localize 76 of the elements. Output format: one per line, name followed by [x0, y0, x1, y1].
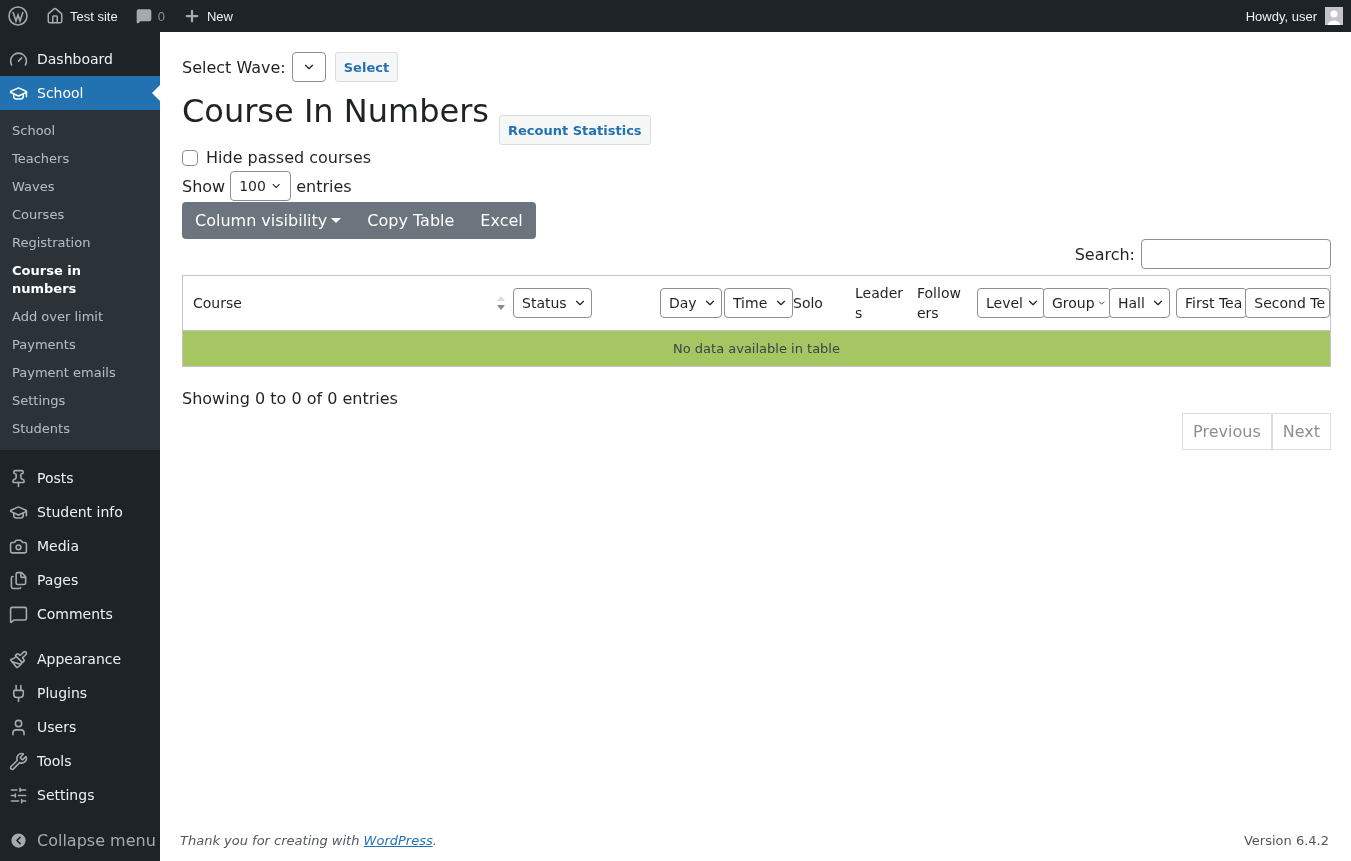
submenu-item[interactable]: Teachers	[0, 145, 160, 173]
submenu-item[interactable]: Students	[0, 415, 160, 443]
wordpress-logo-icon[interactable]	[8, 6, 28, 26]
column-visibility-button[interactable]: Column visibility	[182, 202, 355, 239]
sidebar-menu-item[interactable]: Posts	[0, 461, 160, 495]
menu-icon	[9, 49, 28, 69]
column-header[interactable]: Followers	[917, 283, 977, 323]
submenu-item[interactable]: Payments	[0, 331, 160, 359]
table-action-button[interactable]: Excel	[467, 202, 536, 239]
column-header[interactable]: Solo	[793, 293, 855, 313]
comment-count: 0	[157, 8, 165, 24]
sidebar-menu-item[interactable]: Dashboard	[0, 42, 160, 76]
column-filter-select[interactable]: Second Te	[1245, 288, 1331, 318]
submenu-item[interactable]: Payment emails	[0, 359, 160, 387]
menu-icon	[9, 751, 28, 771]
hide-passed-label[interactable]: Hide passed courses	[206, 148, 372, 167]
sidebar-menu-item[interactable]: Tools	[0, 744, 160, 778]
sort-icon	[497, 296, 505, 310]
submenu-item[interactable]: Add over limit	[0, 303, 160, 331]
column-filter-select[interactable]: Time	[724, 288, 793, 318]
sidebar-menu-item[interactable]: School	[0, 76, 160, 110]
column-filter-select[interactable]: Group	[1043, 288, 1111, 318]
menu-icon	[9, 717, 28, 737]
version-text: Version 6.4.2	[1244, 833, 1329, 848]
column-header[interactable]: Leaders	[855, 283, 917, 323]
hide-passed-checkbox[interactable]	[182, 149, 198, 166]
page-title: Course In Numbers	[182, 92, 489, 130]
recount-statistics-button[interactable]: Recount Statistics	[499, 115, 651, 145]
entries-select[interactable]: 100	[230, 171, 292, 201]
search-label: Search:	[1074, 244, 1135, 264]
column-filter-select[interactable]: Status	[513, 288, 592, 318]
column-filter-select[interactable]: Day	[660, 288, 722, 318]
column-filter-select[interactable]: Level	[977, 288, 1045, 318]
sidebar-menu-item[interactable]: Users	[0, 710, 160, 744]
menu-icon	[9, 570, 28, 590]
submenu-item[interactable]: Course in numbers	[0, 257, 160, 303]
submenu-item[interactable]: Courses	[0, 201, 160, 229]
table-info-text: Showing 0 to 0 of 0 entries	[182, 389, 399, 408]
home-icon	[46, 7, 64, 25]
comment-icon[interactable]	[135, 8, 152, 24]
table-action-button[interactable]: Copy Table	[354, 202, 468, 239]
wave-select[interactable]	[291, 52, 326, 82]
new-link[interactable]: New	[206, 8, 233, 24]
site-name-link[interactable]: Test site	[46, 7, 118, 25]
wordpress-link[interactable]: WordPress	[363, 833, 433, 848]
submenu-item[interactable]: School	[0, 117, 160, 145]
sidebar-menu-item[interactable]: Pages	[0, 563, 160, 597]
footer-text: Thank you for creating with WordPress.	[180, 833, 437, 848]
avatar-icon[interactable]	[1325, 7, 1343, 25]
empty-table-message: No data available in table	[183, 331, 1330, 366]
wave-label: Select Wave:	[182, 57, 286, 77]
column-filter-select[interactable]: First Tea	[1176, 288, 1248, 318]
sidebar-menu-item[interactable]: Plugins	[0, 676, 160, 710]
sidebar-menu-item[interactable]: Student info	[0, 495, 160, 529]
sidebar-menu-item[interactable]: Media	[0, 529, 160, 563]
menu-icon	[9, 468, 28, 488]
entries-label: entries	[296, 176, 352, 196]
menu-icon	[9, 649, 28, 669]
collapse-menu-button[interactable]: Collapse menu	[0, 823, 160, 857]
submenu-item[interactable]: Settings	[0, 387, 160, 415]
search-field[interactable]	[1141, 239, 1331, 269]
select-button[interactable]: Select	[334, 52, 399, 82]
submenu-item[interactable]: Waves	[0, 173, 160, 201]
greeting-text[interactable]: Howdy, user	[1245, 8, 1317, 24]
menu-icon	[9, 536, 28, 556]
collapse-icon	[9, 830, 28, 850]
column-header[interactable]: Course	[193, 293, 513, 313]
menu-icon	[9, 785, 28, 805]
sidebar-menu-item[interactable]: Settings	[0, 778, 160, 812]
menu-icon	[9, 604, 28, 624]
sidebar-menu-item[interactable]: Comments	[0, 597, 160, 631]
column-filter-select[interactable]: Hall	[1109, 288, 1170, 318]
submenu-item[interactable]: Registration	[0, 229, 160, 257]
site-name[interactable]: Test site	[70, 8, 118, 24]
show-label: Show	[182, 176, 226, 196]
sidebar-menu-item[interactable]: Appearance	[0, 642, 160, 676]
